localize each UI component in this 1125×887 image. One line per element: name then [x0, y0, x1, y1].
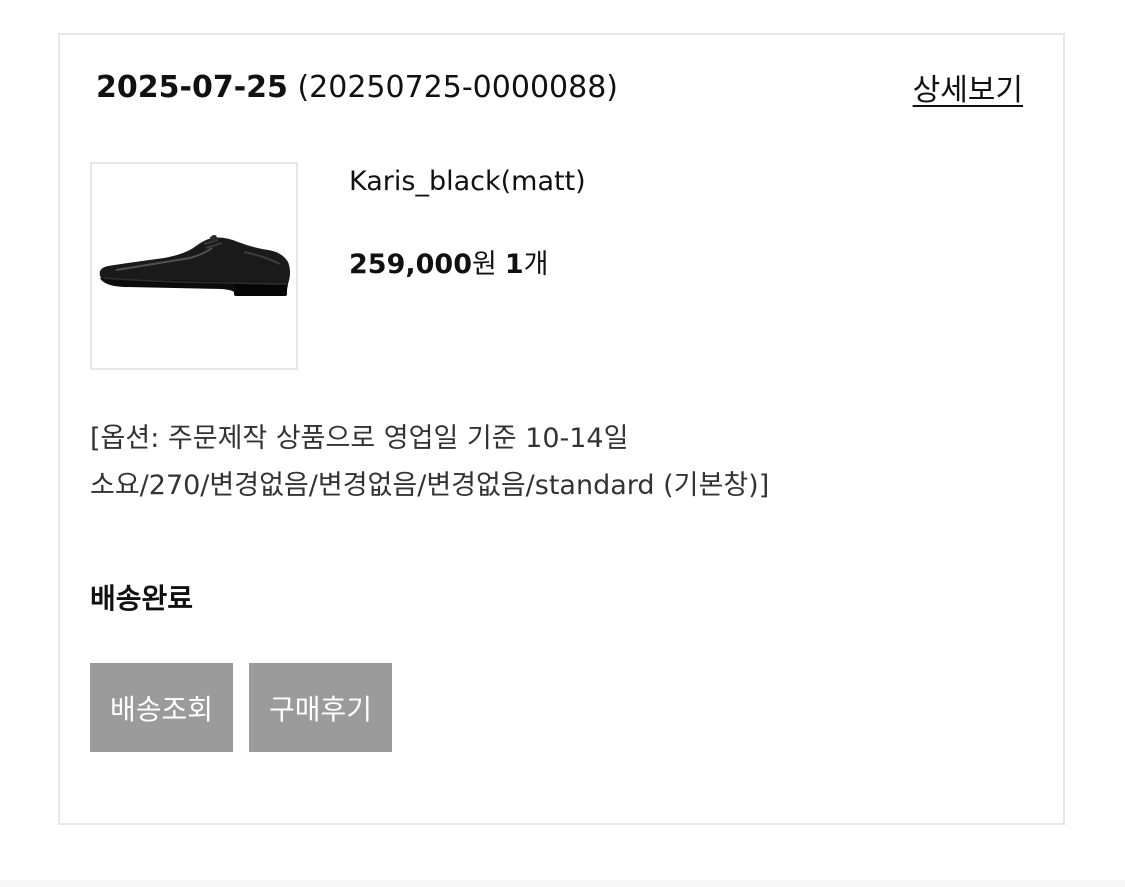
product-thumbnail[interactable]	[90, 162, 298, 370]
order-card: 2025-07-25 (20250725-0000088) 상세보기 Karis…	[58, 33, 1065, 825]
order-info: 2025-07-25 (20250725-0000088)	[96, 70, 618, 105]
option-line-1: [옵션: 주문제작 상품으로 영업일 기준 10-14일	[90, 423, 629, 454]
price-unit: 원	[471, 249, 497, 280]
action-buttons: 배송조회 구매후기	[90, 663, 392, 752]
product-quantity: 1	[504, 249, 524, 280]
order-header: 2025-07-25 (20250725-0000088) 상세보기	[96, 65, 1023, 109]
detail-link[interactable]: 상세보기	[913, 65, 1023, 109]
order-number: (20250725-0000088)	[297, 69, 618, 105]
write-review-button[interactable]: 구매후기	[249, 663, 392, 752]
delivery-status: 배송완료	[90, 582, 194, 615]
order-date: 2025-07-25	[96, 69, 288, 105]
shoe-image	[99, 235, 291, 296]
bottom-divider	[0, 880, 1125, 887]
track-delivery-button[interactable]: 배송조회	[90, 663, 233, 752]
product-price-row: 259,000원 1개	[349, 242, 548, 281]
product-options: [옵션: 주문제작 상품으로 영업일 기준 10-14일 소요/270/변경없음…	[90, 415, 910, 509]
quantity-unit: 개	[523, 249, 549, 280]
product-name[interactable]: Karis_black(matt)	[349, 166, 586, 197]
option-line-2: 소요/270/변경없음/변경없음/변경없음/standard (기본창)]	[90, 470, 770, 501]
product-price: 259,000	[349, 249, 472, 280]
